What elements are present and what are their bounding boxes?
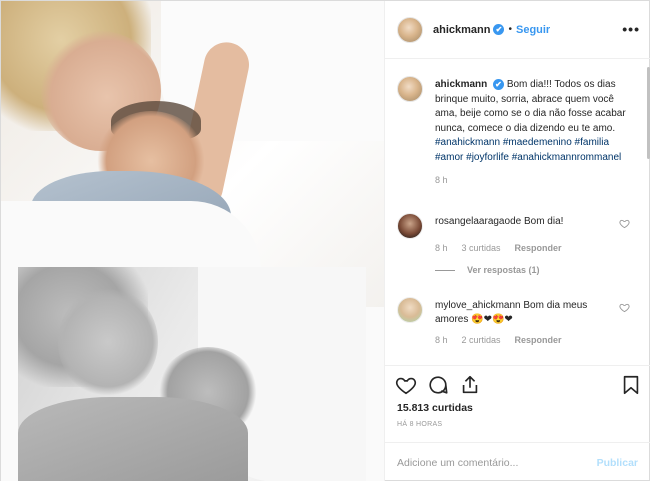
caption-avatar[interactable] [397,76,423,102]
replies-divider [435,269,455,271]
publish-button[interactable]: Publicar [597,457,638,469]
post-panel: ahickmann ✔ • Seguir ••• ahickmann ✔ Bom… [384,1,650,481]
avatar[interactable] [397,297,423,323]
more-options-icon[interactable]: ••• [622,22,640,36]
comment-time: 8 h [435,335,448,345]
comments-scrollbar[interactable] [646,61,650,361]
comment-time: 8 h [435,243,448,253]
bookmark-icon[interactable] [620,374,642,396]
instagram-post: ahickmann ✔ • Seguir ••• ahickmann ✔ Bom… [0,0,650,481]
caption-time: 8 h [435,175,448,185]
heart-icon[interactable] [395,374,417,396]
reply-button[interactable]: Responder [515,335,562,345]
comments-list[interactable]: ahickmann ✔ Bom dia!!! Todos os dias bri… [385,59,650,365]
post-actions: 15.813 curtidas HÁ 8 HORAS Publicar [385,365,650,481]
post-time[interactable]: HÁ 8 HORAS [397,421,442,428]
hashtag-link[interactable]: #maedemenino [503,137,572,148]
hashtag-link[interactable]: #anahickmannrommanel [512,152,622,163]
photo-bw-face [58,287,158,397]
hashtag-link[interactable]: #joyforlife [466,152,509,163]
header-separator: • [508,24,512,35]
avatar[interactable] [397,213,423,239]
comment-heart-icon[interactable] [619,302,630,313]
reply-button[interactable]: Responder [515,243,562,253]
view-replies-button[interactable]: Ver respostas (1) [435,265,540,275]
photo-black-white [18,267,366,481]
photo-bw-shirt [18,397,248,481]
add-comment-bar: Publicar [385,442,650,481]
photo-color [1,1,384,307]
comment-likes[interactable]: 2 curtidas [462,335,501,345]
comment-text-block: mylove_ahickmann Bom dia meus amores 😍❤😍… [435,299,605,327]
comment-username[interactable]: mylove_ahickmann [435,300,521,311]
avatar[interactable] [397,16,423,43]
view-replies-label: Ver respostas (1) [467,265,540,275]
caption-username[interactable]: ahickmann [435,79,487,90]
hashtag-link[interactable]: #familia [575,137,609,148]
comment-icon[interactable] [427,374,449,396]
comment-heart-icon[interactable] [619,218,630,229]
comment-text: de Bom dia! [510,216,564,227]
share-icon[interactable] [459,374,481,396]
post-photo[interactable] [1,1,384,481]
comment-input[interactable] [397,455,587,471]
hashtag-link[interactable]: #anahickmann [435,137,500,148]
caption-text-block: ahickmann ✔ Bom dia!!! Todos os dias bri… [435,78,635,188]
comment-username[interactable]: rosangelaaragao [435,216,510,227]
comment-text-block: rosangelaaragaode Bom dia! [435,215,605,230]
verified-badge-icon: ✔ [493,24,505,35]
header-username[interactable]: ahickmann [433,24,490,36]
hashtag-link[interactable]: #amor [435,152,463,163]
comment-meta: 8 h 2 curtidas Responder [435,335,562,345]
follow-button[interactable]: Seguir [516,24,550,36]
comment-meta: 8 h 3 curtidas Responder [435,243,562,253]
verified-badge-icon: ✔ [493,79,505,90]
post-header: ahickmann ✔ • Seguir ••• [385,1,650,59]
comment-likes[interactable]: 3 curtidas [462,243,501,253]
likes-count[interactable]: 15.813 curtidas [397,402,473,414]
